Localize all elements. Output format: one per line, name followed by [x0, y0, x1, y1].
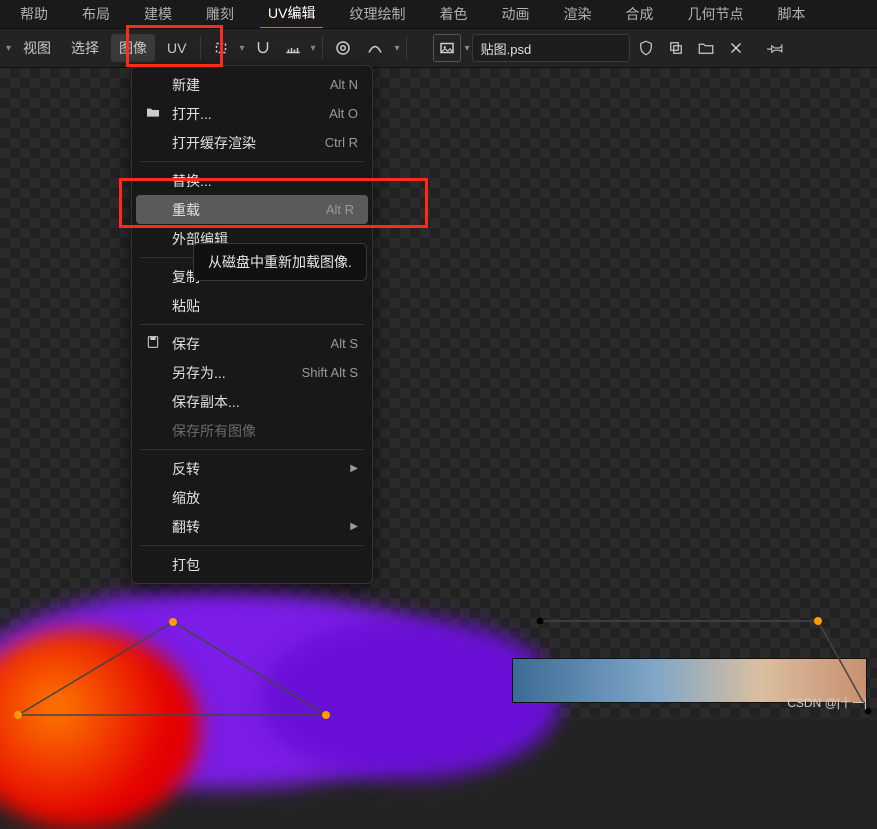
shortcut-label: Alt N: [330, 77, 358, 92]
proportional-edit-icon[interactable]: [329, 34, 357, 62]
folder-icon: [144, 104, 162, 123]
separator: [322, 36, 323, 60]
open-image-icon[interactable]: [692, 34, 720, 62]
tab-help[interactable]: 帮助: [12, 0, 56, 28]
menu-item-save-copy[interactable]: 保存副本...: [132, 387, 372, 416]
snap-increment-icon[interactable]: [279, 34, 307, 62]
tab-rendering[interactable]: 渲染: [555, 0, 599, 28]
unlink-image-icon[interactable]: [722, 34, 750, 62]
tab-uv-editing[interactable]: UV编辑: [260, 0, 323, 29]
menu-uv[interactable]: UV: [159, 36, 194, 60]
tooltip-reload: 从磁盘中重新加载图像.: [193, 243, 367, 281]
menu-select[interactable]: 选择: [63, 34, 107, 62]
menu-item-save-as[interactable]: 另存为...Shift Alt S: [132, 358, 372, 387]
editor-type-chevron-icon[interactable]: ▾: [6, 43, 11, 54]
snap-magnet-icon[interactable]: [249, 34, 277, 62]
menu-view[interactable]: 视图: [15, 34, 59, 62]
tab-animation[interactable]: 动画: [493, 0, 537, 28]
tab-shading[interactable]: 着色: [431, 0, 475, 28]
menu-item-pack[interactable]: 打包: [132, 550, 372, 579]
menu-separator: [140, 161, 364, 162]
menu-item-open[interactable]: 打开...Alt O: [132, 99, 372, 128]
new-image-icon[interactable]: [662, 34, 690, 62]
tab-modeling[interactable]: 建模: [136, 0, 180, 28]
shortcut-label: Ctrl R: [325, 135, 358, 150]
chevron-down-icon[interactable]: ▾: [465, 43, 470, 54]
image-selector-group: ▾: [433, 34, 750, 62]
image-menu-dropdown: 新建Alt N 打开...Alt O 打开缓存渲染Ctrl R 替换... 重载…: [131, 65, 373, 584]
shortcut-label: Alt S: [331, 336, 358, 351]
shortcut-label: Alt R: [326, 202, 354, 217]
submenu-arrow-icon: ▶: [350, 463, 358, 474]
image-browse-icon[interactable]: [433, 34, 461, 62]
tab-compose[interactable]: 合成: [617, 0, 661, 28]
chevron-down-icon[interactable]: ▾: [239, 43, 244, 54]
pivot-mode-group: ▾: [207, 34, 244, 62]
tab-geometry-nodes[interactable]: 几何节点: [679, 0, 751, 28]
menu-item-invert[interactable]: 反转▶: [132, 454, 372, 483]
menu-item-new[interactable]: 新建Alt N: [132, 70, 372, 99]
falloff-icon[interactable]: [361, 34, 389, 62]
snap-group: ▾: [249, 34, 316, 62]
uv-editor-header: ▾ 视图 选择 图像 UV ▾ ▾ ▾ ▾: [0, 28, 877, 68]
tab-texture-paint[interactable]: 纹理绘制: [341, 0, 413, 28]
separator: [406, 36, 407, 60]
submenu-arrow-icon: ▶: [350, 521, 358, 532]
menu-separator: [140, 324, 364, 325]
menu-item-open-cached[interactable]: 打开缓存渲染Ctrl R: [132, 128, 372, 157]
menu-item-save-all: 保存所有图像: [132, 416, 372, 445]
image-name-input[interactable]: [472, 34, 630, 62]
pin-icon[interactable]: [762, 34, 790, 62]
menu-item-save[interactable]: 保存Alt S: [132, 329, 372, 358]
menu-separator: [140, 545, 364, 546]
shortcut-label: Shift Alt S: [302, 365, 358, 380]
separator: [200, 36, 201, 60]
tab-layout[interactable]: 布局: [74, 0, 118, 28]
chevron-down-icon[interactable]: ▾: [311, 43, 316, 54]
tab-sculpt[interactable]: 雕刻: [198, 0, 242, 28]
save-icon: [144, 334, 162, 353]
menu-item-flip[interactable]: 翻转▶: [132, 512, 372, 541]
menu-item-scale[interactable]: 缩放: [132, 483, 372, 512]
menu-item-paste[interactable]: 粘贴: [132, 291, 372, 320]
chevron-down-icon[interactable]: ▾: [395, 43, 400, 54]
shortcut-label: Alt O: [329, 106, 358, 121]
image-thumbnail-panel: [512, 658, 867, 703]
fake-user-shield-icon[interactable]: [632, 34, 660, 62]
menu-item-replace[interactable]: 替换...: [132, 166, 372, 195]
workspace-tab-bar: 帮助 布局 建模 雕刻 UV编辑 纹理绘制 着色 动画 渲染 合成 几何节点 脚…: [0, 0, 877, 28]
menu-separator: [140, 449, 364, 450]
tab-script[interactable]: 脚本: [769, 0, 813, 28]
menu-image[interactable]: 图像: [111, 34, 155, 62]
menu-item-reload[interactable]: 重载Alt R: [136, 195, 368, 224]
pivot-icon[interactable]: [207, 34, 235, 62]
